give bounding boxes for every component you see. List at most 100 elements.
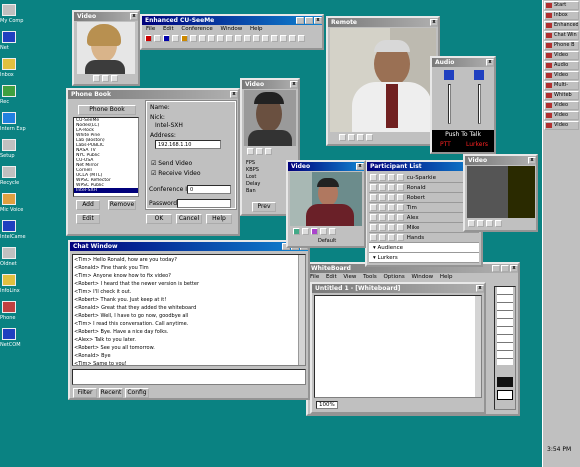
menu-item[interactable]: Options [383,274,411,280]
menu-item[interactable]: File [146,26,163,32]
send-video-check[interactable]: ☑ Send Video [151,160,192,167]
audio-window[interactable]: Audio x Push To Talk PTT Lurkers [430,56,496,154]
desktop-icon[interactable] [2,58,16,70]
menu-item[interactable]: Window [221,26,250,32]
participant-tab[interactable]: ▾ Audience [369,243,479,253]
taskbar-item[interactable]: Video [544,51,579,60]
taskbar-item[interactable]: Chat Win [544,31,579,40]
menu-item[interactable]: File [310,274,326,280]
participant-tab[interactable]: ▾ Lurkers [369,253,479,263]
video-window-5[interactable]: Video x [463,154,538,232]
taskbar-item[interactable]: Video [544,111,579,120]
menu-item[interactable]: Tools [363,274,383,280]
edit-button[interactable]: Edit [76,214,100,224]
desktop-icon[interactable] [2,220,16,232]
desktop-icon-label: Rec [0,99,10,105]
receive-video-check[interactable]: ☑ Receive Video [151,170,201,177]
desktop-icon[interactable] [2,328,16,340]
taskbar-item[interactable]: Enhanced [544,21,579,30]
chat-log: <Tim> Hello Ronald, how are you today? <R… [72,254,306,366]
desktop-icon-label: Phone [0,315,16,321]
add-button[interactable]: Add [76,200,100,210]
scrollbar[interactable] [298,255,305,365]
doc-title: Untitled 1 - [Whiteboard] [315,285,401,292]
zoom-field[interactable]: 100% [316,401,338,409]
taskbar-item[interactable]: Audio [544,61,579,70]
menu-item[interactable]: Help [250,26,263,32]
menu-item[interactable]: Edit [163,26,181,32]
taskbar-item[interactable]: Phone B [544,41,579,50]
cancel-button[interactable]: Cancel [176,214,202,224]
prev-button[interactable]: Prev [252,202,276,212]
mic-slider[interactable] [478,84,481,124]
remote-video-window[interactable]: Remote x [326,16,440,146]
desktop-icon[interactable] [2,4,16,16]
tool-palette[interactable] [494,286,516,410]
window-title: Chat Window [73,243,118,250]
desktop-icon-label: Setup [0,153,15,159]
window-title: Phone Book [71,91,112,98]
whiteboard-window[interactable]: WhiteBoard x File Edit View Tools Option… [306,262,520,416]
desktop-icon[interactable] [2,301,16,313]
desktop-icon[interactable] [2,139,16,151]
address-field[interactable]: 192.168.1.10 [155,140,221,149]
password-field[interactable] [177,199,231,208]
video-feed [467,166,535,218]
speaker-icon[interactable] [444,70,454,80]
video-controls [246,147,273,155]
chat-line: <Robert> I heard that the newer version … [74,281,200,287]
toolbar [142,33,322,45]
desktop-icon[interactable] [2,166,16,178]
desktop-icon[interactable] [2,112,16,124]
cuseeme-window[interactable]: Enhanced CU-SeeMe x File Edit Conference… [140,14,324,50]
canvas[interactable] [314,295,482,398]
taskbar-item[interactable]: Inbox [544,11,579,20]
desktop-icon[interactable] [2,247,16,259]
desktop-icon[interactable] [2,274,16,286]
desktop-icon-label: NetCOM [0,342,21,348]
list-item[interactable]: Intel-SXH [74,188,138,193]
desktop-icon-label: IntelCamera [0,234,26,240]
menu-item[interactable]: Conference [181,26,220,32]
participant-name: cu-Sparkie [406,175,436,181]
config-button[interactable]: Config [125,388,149,398]
phone-book-window[interactable]: Phone Book x Phone Book CU-SeeMe Nodes(LC)… [66,88,240,236]
desktop-icon[interactable] [2,31,16,43]
menu-item[interactable]: Window [411,274,439,280]
volume-slider[interactable] [448,84,451,124]
scroll-v[interactable] [475,296,481,397]
chat-line: <Tim> I read this conversation. Call any… [74,321,189,327]
help-button[interactable]: Help [206,214,232,224]
whiteboard-doc[interactable]: Untitled 1 - [Whiteboard] x 100% [310,282,486,414]
taskbar-item[interactable]: Multi- [544,81,579,90]
taskbar-item[interactable]: Start [544,1,579,10]
filter-button[interactable]: Filter [73,388,97,398]
window-title: Video [291,163,311,170]
conf-id-field[interactable]: 0 [187,185,231,194]
menu-item[interactable]: Help [440,274,453,280]
video-controls [292,227,337,235]
taskbar-item[interactable]: Video [544,121,579,130]
menu-item[interactable]: View [343,274,363,280]
recent-button[interactable]: Recent [99,388,123,398]
participant-name: Ronald [406,185,426,191]
chat-input[interactable] [72,369,306,385]
desktop-icon[interactable] [2,85,16,97]
taskbar-item[interactable]: Video [544,101,579,110]
video-window-4[interactable]: Video x Default [286,160,366,248]
taskbar-item[interactable]: Video [544,71,579,80]
phone-book-tab[interactable]: Phone Book [78,105,136,115]
mic-icon[interactable] [474,70,484,80]
desktop-icon[interactable] [2,193,16,205]
video-window-1[interactable]: Video x [72,10,140,86]
ok-button[interactable]: OK [146,214,172,224]
participant-name: Alex [406,215,419,221]
menu-item[interactable]: Edit [326,274,343,280]
push-to-talk-button[interactable]: Push To Talk PTT Lurkers [432,130,494,152]
taskbar: Start Inbox Enhanced Chat Win Phone B Video Au… [542,0,580,467]
taskbar-item[interactable]: Whiteb [544,91,579,100]
participant-row[interactable]: Hands [369,233,479,243]
chat-window[interactable]: Chat Window x <Tim> Hello Ronald, how ar… [68,240,310,400]
phone-list[interactable]: CU-SeeMe Nodes(LC) LA-Rock White Pine Lab (B… [73,117,139,197]
remove-button[interactable]: Remove [108,200,136,210]
